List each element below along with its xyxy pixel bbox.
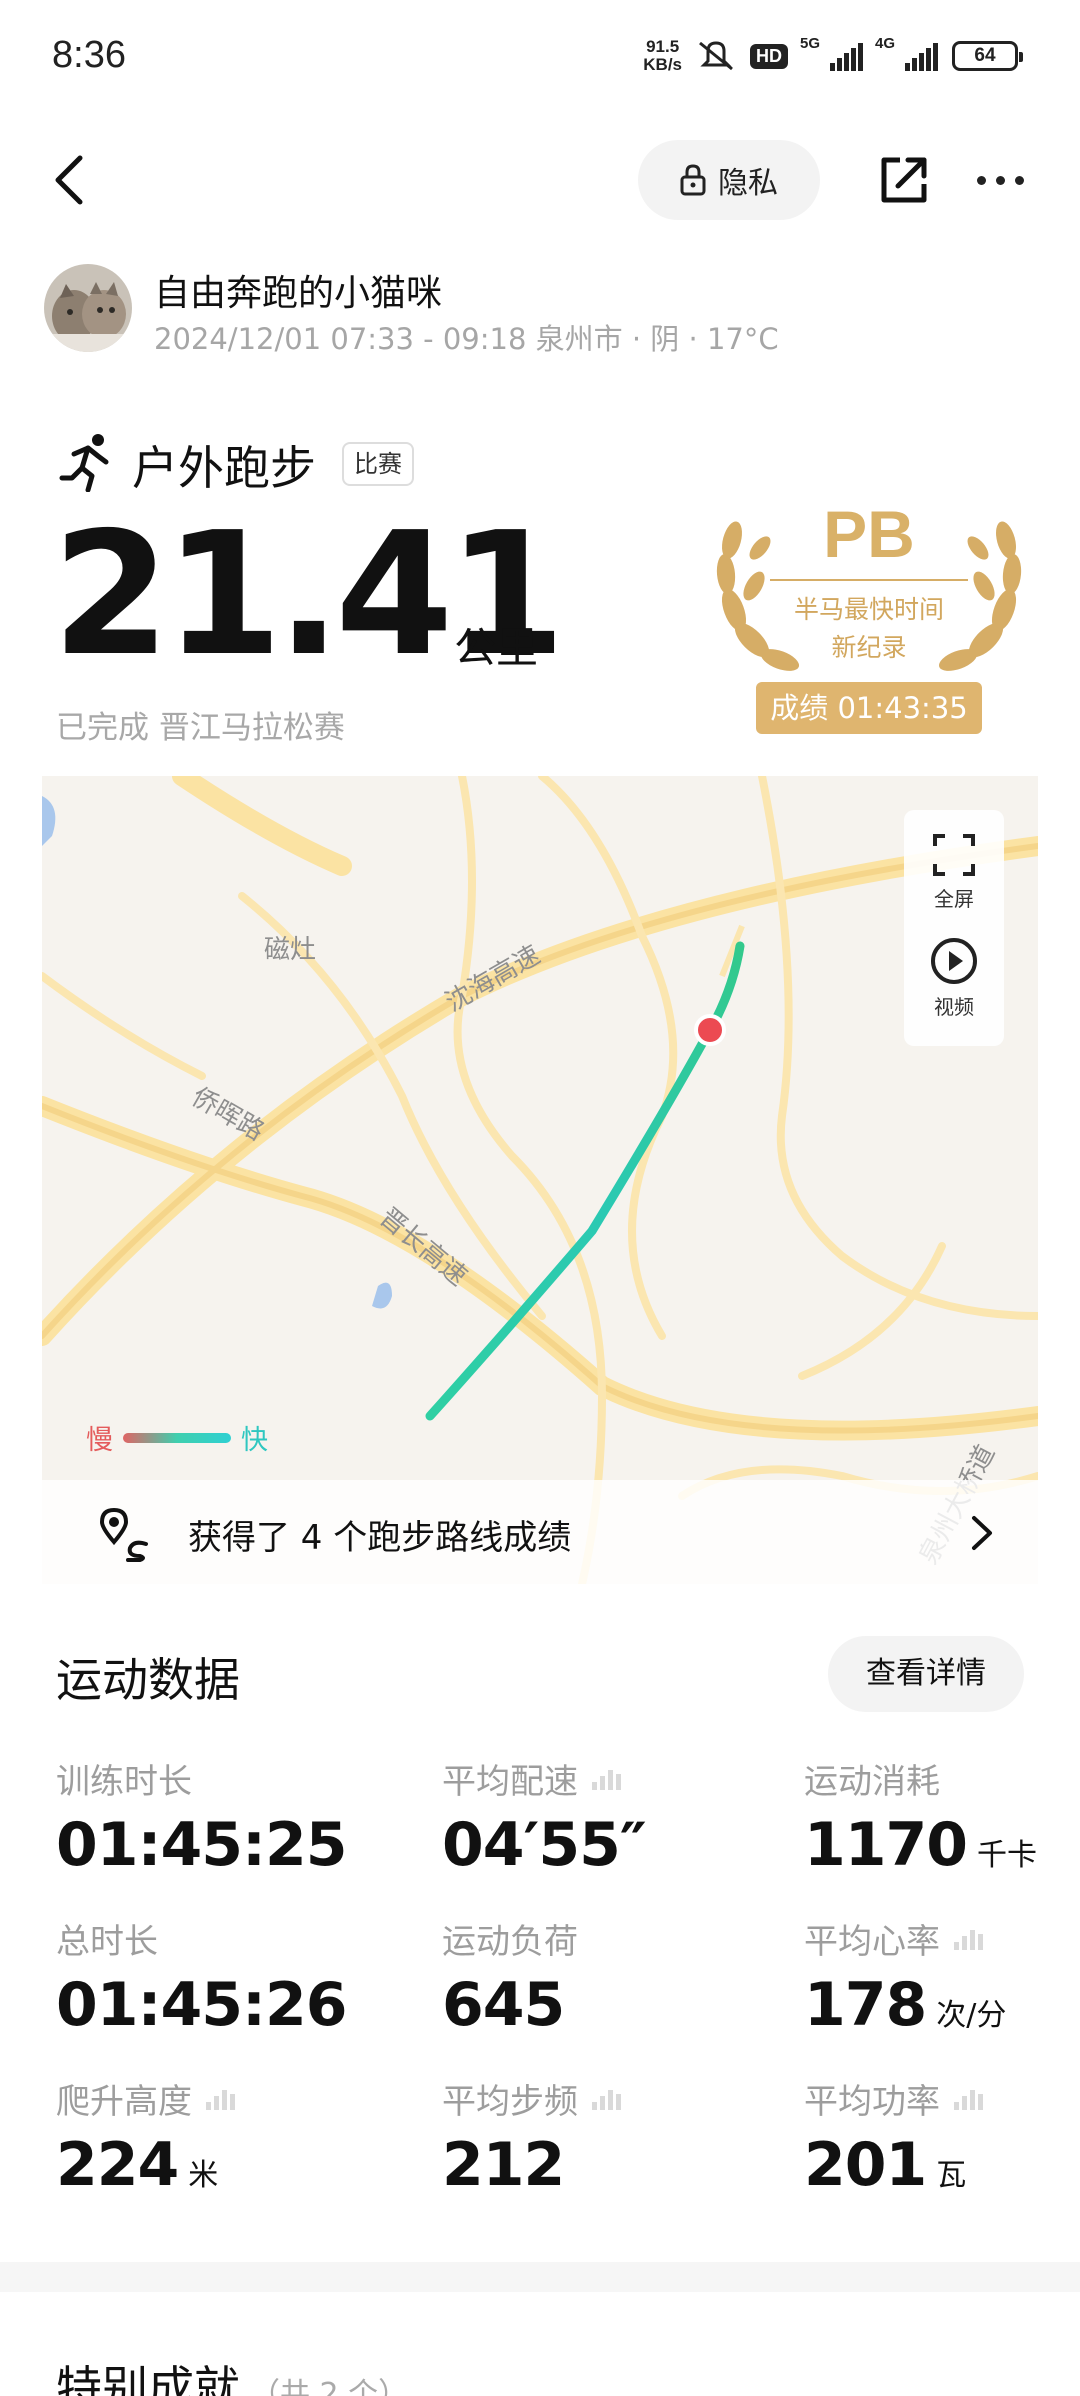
lock-icon xyxy=(680,164,706,196)
running-icon xyxy=(59,434,109,492)
stat-total-duration: 总时长 01:45:26 xyxy=(56,1921,347,2040)
section-divider xyxy=(0,2262,1080,2292)
stat-avg-cadence[interactable]: 平均步频 212 xyxy=(442,2076,624,2198)
special-achievements-title: 特别成就 （共 2 个） xyxy=(56,2352,408,2396)
trend-chart-icon xyxy=(206,2090,235,2110)
status-time: 8:36 xyxy=(52,34,126,76)
status-icons: 91.5 KB/s HD 5G 4G 64 xyxy=(643,35,1023,74)
more-button[interactable] xyxy=(970,150,1030,210)
pb-score: 成绩 01:43:35 xyxy=(756,682,982,734)
legend-fast-label: 快 xyxy=(241,1425,268,1456)
back-button[interactable] xyxy=(44,150,104,210)
pb-description: 半马最快时间 xyxy=(793,595,944,624)
status-bar: 8:36 91.5 KB/s HD 5G 4G 64 xyxy=(0,0,1080,120)
stat-avg-power[interactable]: 平均功率 201 瓦 xyxy=(804,2076,986,2209)
completed-event: 已完成 晋江马拉松赛 xyxy=(56,710,345,746)
battery-indicator: 64 xyxy=(952,41,1023,71)
activity-type: 户外跑步 xyxy=(132,441,316,495)
chevron-right-icon xyxy=(972,1516,992,1550)
fullscreen-button[interactable]: 全屏 xyxy=(904,832,1004,912)
trend-chart-icon xyxy=(954,2090,983,2110)
signal-4g-icon: 4G xyxy=(875,35,938,71)
share-icon xyxy=(881,157,927,203)
trend-chart-icon xyxy=(592,1770,621,1790)
speed-legend: 慢 快 xyxy=(86,1418,268,1457)
trend-chart-icon xyxy=(592,2090,621,2110)
activity-meta: 2024/12/01 07:33 - 09:18 泉州市 · 阴 · 17°C xyxy=(154,322,779,356)
more-dot-icon xyxy=(976,175,986,185)
chevron-left-icon xyxy=(55,155,83,205)
more-dot-icon xyxy=(1014,175,1024,185)
network-speed: 91.5 KB/s xyxy=(643,37,682,74)
route-map[interactable]: 磁灶 沈海高速 侨晖路 晋长高速 泉州大桥道 xyxy=(42,776,1038,1584)
fullscreen-icon xyxy=(933,834,975,876)
stat-avg-pace[interactable]: 平均配速 04′55″ xyxy=(442,1756,647,1879)
cat-avatar-image xyxy=(44,264,132,352)
more-dot-icon xyxy=(995,175,1005,185)
race-badge: 比赛 xyxy=(342,442,414,486)
stat-elevation-gain[interactable]: 爬升高度 224 米 xyxy=(56,2076,238,2209)
distance-unit: 公里 xyxy=(454,623,539,672)
username[interactable]: 自由奔跑的小猫咪 xyxy=(154,264,442,316)
map-tools-panel: 全屏 视频 xyxy=(904,810,1004,1046)
pb-badge[interactable]: PB 半马最快时间 新纪录 成绩 01:43:35 xyxy=(708,490,1030,738)
stat-calories: 运动消耗 1170 千卡 xyxy=(804,1761,1037,1880)
legend-gradient-bar xyxy=(123,1432,231,1443)
stat-training-load: 运动负荷 645 xyxy=(442,1921,578,2040)
route-achievements-row[interactable]: 获得了 4 个跑步路线成绩 xyxy=(42,1480,1038,1584)
view-details-button[interactable]: 查看详情 xyxy=(828,1636,1024,1712)
map-canvas: 磁灶 沈海高速 侨晖路 晋长高速 泉州大桥道 xyxy=(42,776,1038,1584)
privacy-button[interactable]: 隐私 xyxy=(638,140,820,220)
mute-vibrate-icon xyxy=(699,41,733,71)
stats-section-title: 运动数据 xyxy=(56,1653,240,1707)
hd-voice-badge: HD xyxy=(750,43,788,69)
pb-title: PB xyxy=(823,497,915,571)
video-button[interactable]: 视频 xyxy=(904,936,1004,1020)
map-label-cizao: 磁灶 xyxy=(264,935,316,965)
legend-slow-label: 慢 xyxy=(86,1425,113,1456)
pb-record-label: 新纪录 xyxy=(831,633,907,662)
stat-training-duration: 训练时长 01:45:25 xyxy=(56,1761,347,1880)
avatar[interactable] xyxy=(44,264,132,352)
share-button[interactable] xyxy=(874,150,934,210)
route-start-marker xyxy=(694,1014,726,1046)
special-achievements-count: （共 2 个） xyxy=(250,2377,409,2396)
privacy-label: 隐私 xyxy=(718,166,778,201)
play-circle-icon xyxy=(931,938,977,984)
signal-5g-icon: 5G xyxy=(800,35,863,71)
route-pin-icon xyxy=(99,1507,148,1562)
trend-chart-icon xyxy=(954,1930,983,1950)
stat-avg-heart-rate[interactable]: 平均心率 178 次/分 xyxy=(804,1916,1006,2049)
route-achievements-text: 获得了 4 个跑步路线成绩 xyxy=(188,1518,572,1558)
